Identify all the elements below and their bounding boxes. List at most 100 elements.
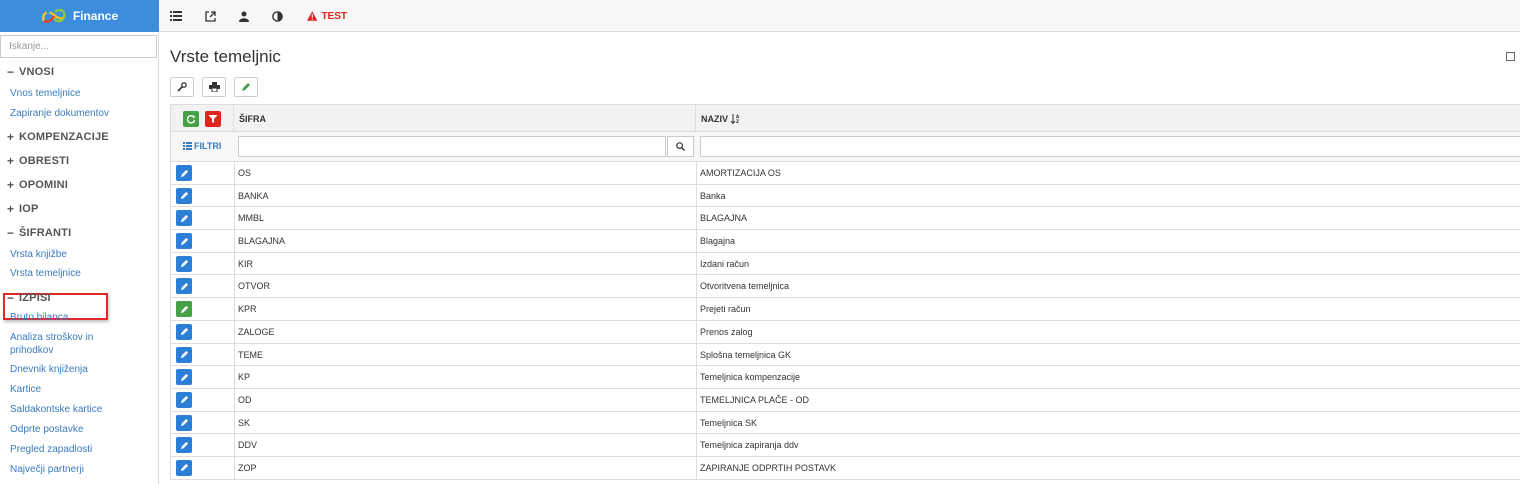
cell-sifra: ZALOGE [238,326,275,337]
sidebar-item-dnevnik-knjizenja[interactable]: Dnevnik knjiženja [10,363,88,376]
column-divider [696,343,697,367]
section-kompenzacije[interactable]: + KOMPENZACIJE [7,129,109,145]
row-edit-button[interactable] [176,414,192,431]
sidebar-item-kartice[interactable]: Kartice [10,383,41,396]
pencil-icon [180,260,188,268]
section-vnosi[interactable]: − VNOSI [7,64,54,80]
filter-icon [208,115,218,123]
column-divider [696,388,697,412]
table-row[interactable]: ZALOGE Prenos zalog [170,320,1520,344]
sifra-search-button[interactable] [667,136,694,157]
test-environment-badge[interactable]: TEST [307,0,347,32]
table-row[interactable]: OS AMORTIZACIJA OS [170,162,1520,185]
row-edit-button[interactable] [176,165,192,181]
pencil-icon [180,237,188,245]
table-row[interactable]: BANKA Banka [170,184,1520,208]
table-row[interactable]: OTVOR Otvoritvena temeljnica [170,275,1520,299]
sidebar-item-bruto-bilanca[interactable]: Bruto bilanca [10,311,68,324]
sidebar-item-odprte-postavke[interactable]: Odprte postavke [10,423,83,436]
column-header-sifra[interactable]: ŠIFRA [239,105,266,132]
print-button[interactable] [202,77,226,97]
row-edit-button[interactable] [176,210,192,227]
pencil-icon [180,418,188,427]
column-divider [234,434,235,458]
row-edit-button[interactable] [176,391,192,408]
row-edit-button[interactable] [176,369,192,386]
row-edit-button[interactable] [176,278,192,295]
expand-icon: + [7,154,15,168]
sidebar-item-analiza-stroskov[interactable]: Analiza stroškov in [10,331,93,344]
cell-sifra: OD [238,394,252,405]
table-row[interactable]: OD TEMELJNICA PLAČE - OD [170,388,1520,412]
naziv-filter-input[interactable] [700,136,1520,157]
table-row[interactable]: DDV Temeljnica zapiranja ddv [170,434,1520,458]
table-row[interactable]: SK Temeljnica SK [170,411,1520,435]
row-edit-button[interactable] [176,301,192,318]
row-edit-button[interactable] [176,323,192,340]
sidebar-item-vnos-temeljnice[interactable]: Vnos temeljnice [10,87,81,100]
row-edit-button[interactable] [176,346,192,363]
table-row[interactable]: KPR Prejeti račun [170,298,1520,322]
finance-logo-icon [41,8,66,23]
table-row[interactable]: MMBL BLAGAJNA [170,207,1520,231]
list-icon [170,11,182,21]
row-edit-button[interactable] [176,233,192,250]
filter-button[interactable] [205,111,221,127]
edit-tool-button[interactable] [234,77,258,97]
column-header-naziv[interactable]: NAZIV A Z [701,105,740,132]
contrast-toggle-button[interactable] [266,0,288,32]
section-label: OPOMINI [19,179,69,191]
column-divider [234,388,235,412]
row-edit-button[interactable] [176,187,192,204]
search-icon [676,142,685,151]
filter-row: FILTRI [170,132,1520,162]
column-header-naziv-label: NAZIV [701,113,728,124]
open-new-window-button[interactable] [199,0,221,32]
section-opomini[interactable]: + OPOMINI [7,177,68,193]
section-label: VNOSI [19,66,55,78]
cell-naziv: Splošna temeljnica GK [700,349,792,360]
row-edit-button[interactable] [176,437,192,454]
table-row[interactable]: ZOP ZAPIRANJE ODPRTIH POSTAVK [170,456,1520,480]
brand-logo[interactable]: Finance [0,0,159,32]
cell-naziv: Izdani račun [700,258,750,269]
cell-naziv: Blagajna [700,236,736,247]
section-obresti[interactable]: + OBRESTI [7,153,69,169]
sidebar-item-saldakontske-kartice[interactable]: Saldakontske kartice [10,403,102,416]
sidebar: − VNOSI Vnos temeljnice Zapiranje dokume… [0,32,159,484]
sidebar-item-vrsta-knjizbe[interactable]: Vrsta knjižbe [10,248,67,261]
pencil-icon [180,328,188,336]
settings-checkbox[interactable] [1506,52,1515,61]
collapse-icon: − [7,226,15,240]
filters-toggle[interactable]: FILTRI [183,141,221,151]
table-row[interactable]: TEME Splošna temeljnica GK [170,343,1520,367]
sidebar-search-input[interactable] [0,35,157,58]
sidebar-item-pregled-zapadlosti[interactable]: Pregled zapadlosti [10,443,92,456]
list-icon [183,142,192,150]
table-row[interactable]: BLAGAJNA Blagajna [170,230,1520,254]
cell-sifra: OTVOR [238,281,271,292]
cell-sifra: BANKA [238,190,269,201]
sidebar-item-zapiranje-dokumentov[interactable]: Zapiranje dokumentov [10,107,109,120]
settings-tool-button[interactable] [170,77,194,97]
sidebar-item-vrsta-temeljnice[interactable]: Vrsta temeljnice [10,267,81,280]
table-row[interactable]: KIR Izdani račun [170,252,1520,276]
sifra-filter-input[interactable] [238,136,666,157]
section-sifranti[interactable]: − ŠIFRANTI [7,225,71,241]
collapse-icon: − [7,291,15,305]
row-edit-button[interactable] [176,255,192,272]
user-button[interactable] [233,0,255,32]
menu-toggle-button[interactable] [165,0,187,32]
section-izpisi[interactable]: − IZPISI [7,290,51,306]
section-iop[interactable]: + IOP [7,201,39,217]
sidebar-item-analiza-stroskov-line2[interactable]: prihodkov [10,344,53,357]
print-icon [208,82,220,92]
column-divider [696,298,697,322]
row-edit-button[interactable] [176,459,192,476]
cell-sifra: TEME [238,349,264,360]
refresh-button[interactable] [183,111,199,127]
column-divider [696,184,697,208]
sidebar-item-najvecji-partnerji[interactable]: Največji partnerji [10,463,84,476]
column-divider [696,411,697,435]
table-row[interactable]: KP Temeljnica kompenzacije [170,366,1520,390]
